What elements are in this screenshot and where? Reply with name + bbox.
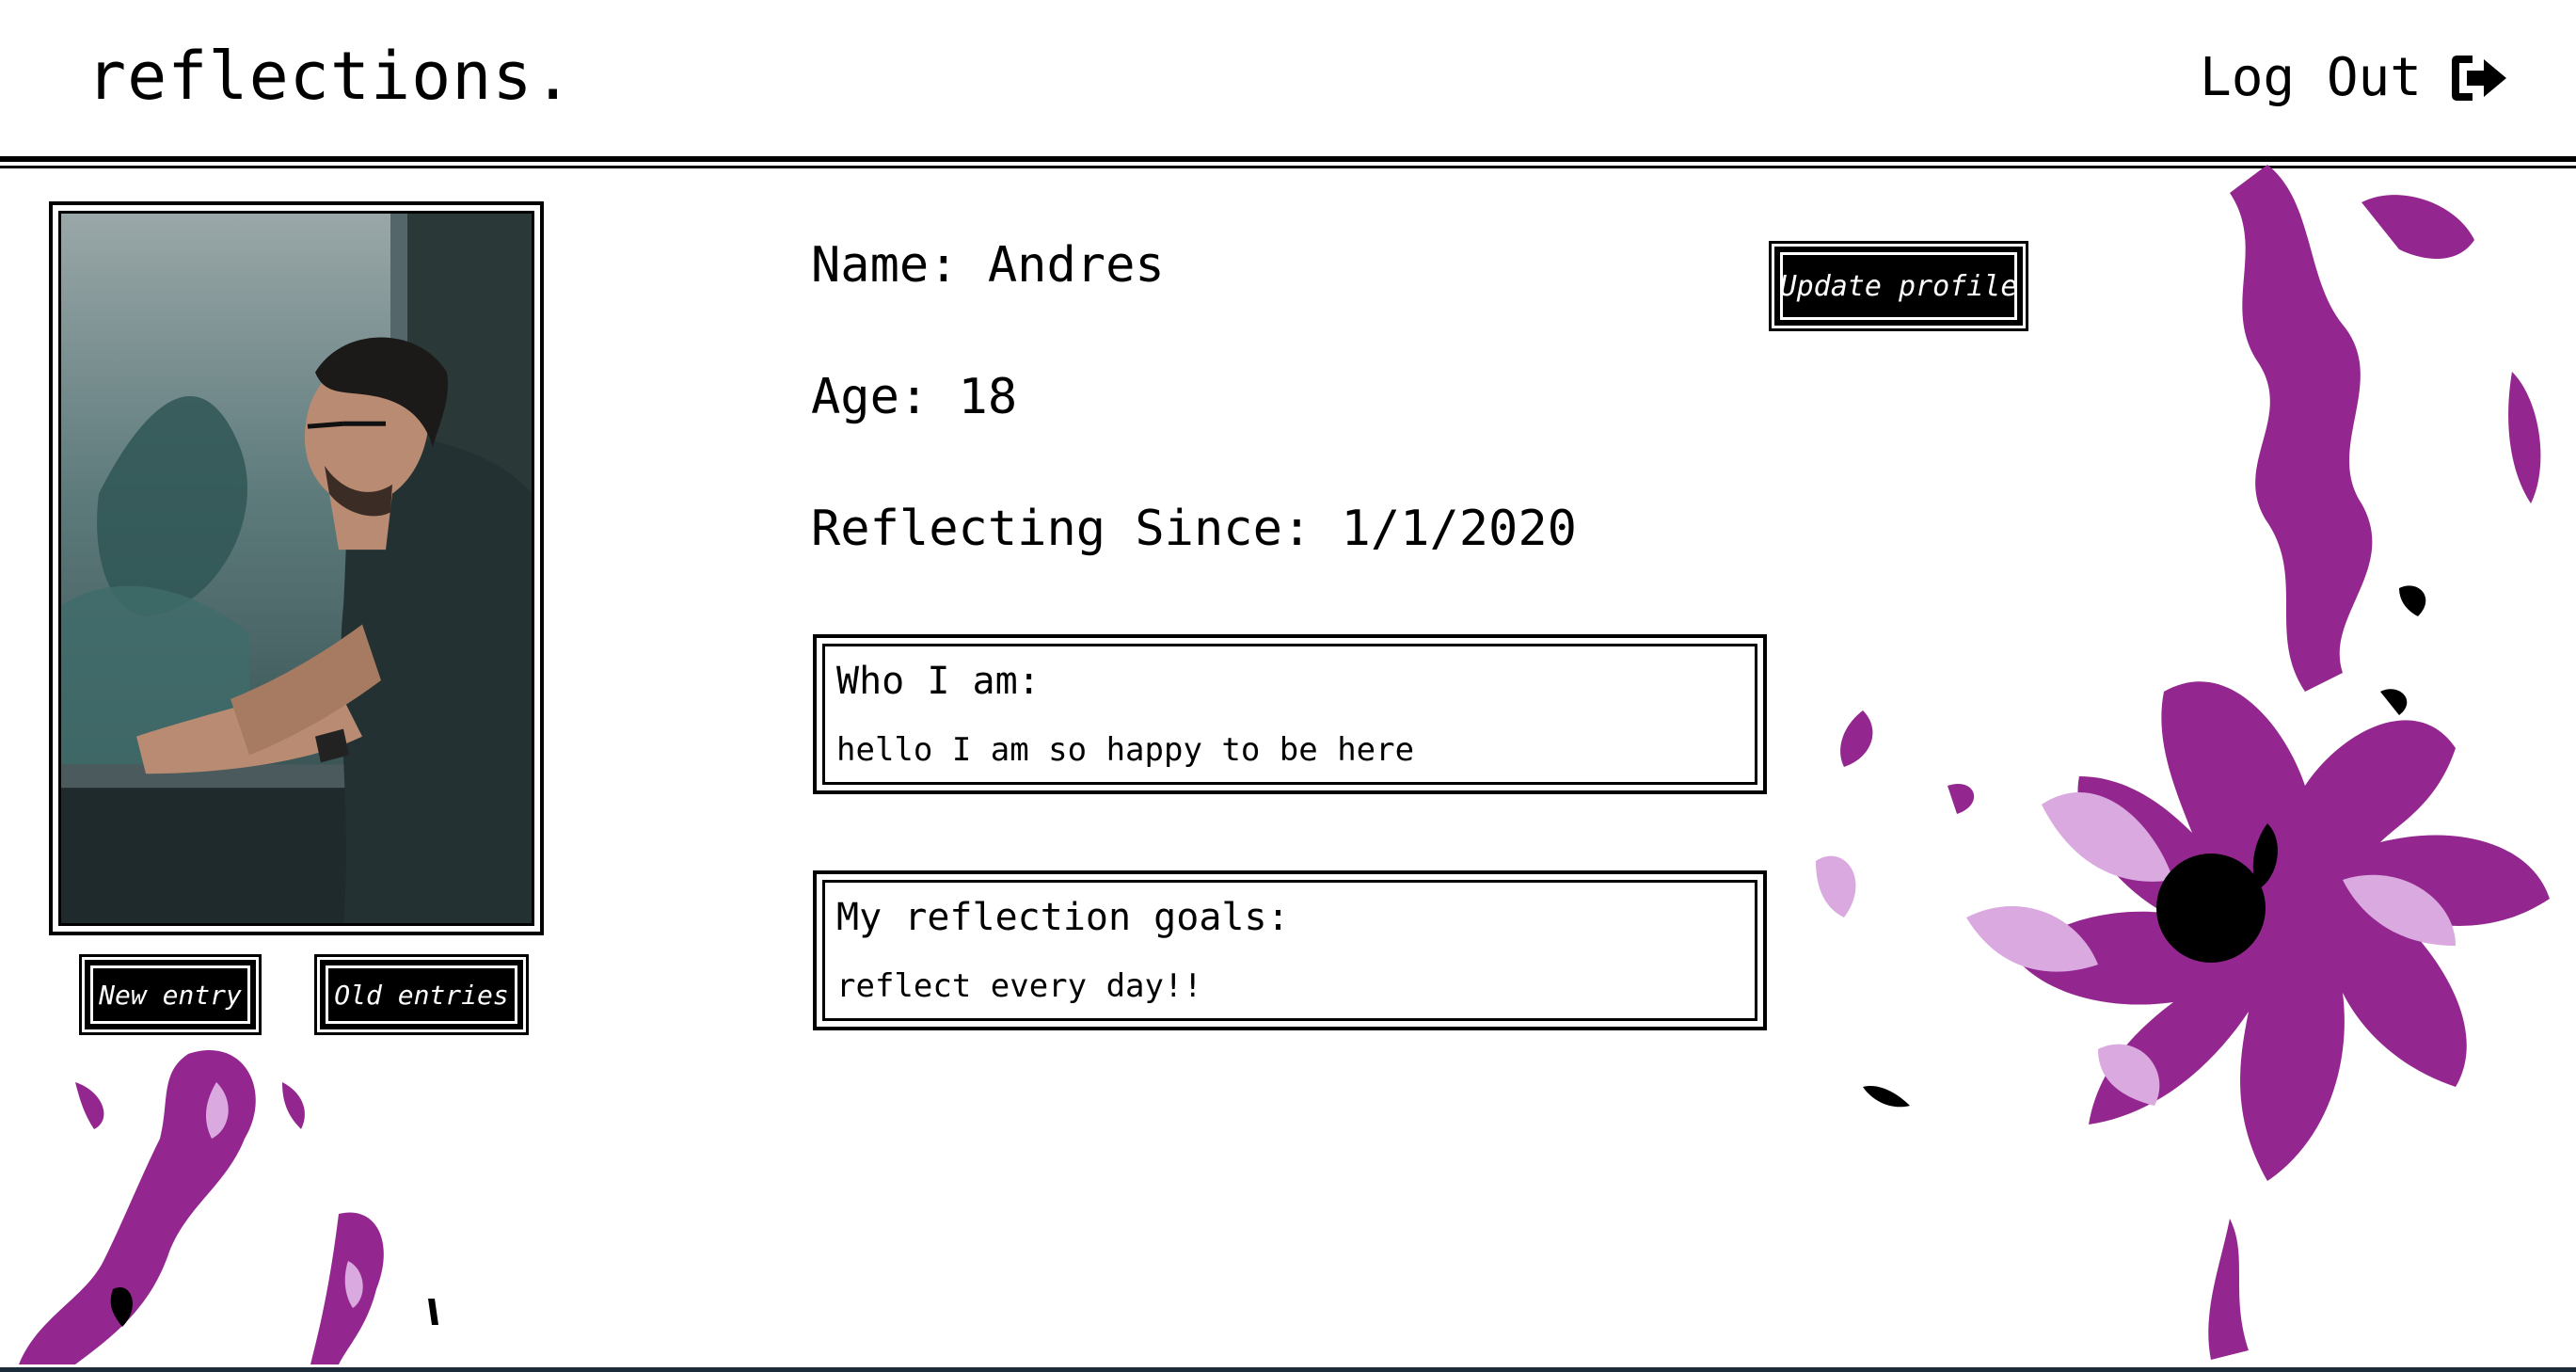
who-i-am-text: hello I am so happy to be here: [836, 731, 1415, 769]
logout-button[interactable]: Log Out: [2200, 47, 2510, 108]
logout-label: Log Out: [2199, 47, 2422, 108]
flower-illustration-right: [1816, 165, 2550, 1360]
bottom-border: [0, 1367, 2576, 1372]
who-i-am-box: Who I am: hello I am so happy to be here: [813, 634, 1767, 794]
update-profile-button[interactable]: Update profile: [1774, 247, 2023, 326]
who-i-am-title: Who I am:: [836, 660, 1041, 703]
brand-logo[interactable]: reflections.: [87, 38, 574, 115]
profile-age: Age: 18: [811, 369, 1018, 425]
new-entry-button[interactable]: New entry: [85, 960, 256, 1029]
header-divider: [0, 156, 2576, 162]
profile-photo-frame: [49, 201, 544, 935]
top-header: reflections. Log Out: [0, 0, 2576, 158]
flower-illustration-left: [19, 1050, 438, 1364]
profile-photo: [58, 211, 534, 926]
reflection-goals-box: My reflection goals: reflect every day!!: [813, 870, 1767, 1030]
profile-photo-icon: [61, 214, 532, 923]
sign-out-icon: [2452, 55, 2506, 101]
profile-reflecting-since: Reflecting Since: 1/1/2020: [811, 501, 1577, 557]
profile-name: Name: Andres: [811, 237, 1165, 294]
reflection-goals-title: My reflection goals:: [836, 896, 1290, 939]
reflection-goals-text: reflect every day!!: [836, 967, 1202, 1005]
old-entries-button[interactable]: Old entries: [320, 960, 523, 1029]
